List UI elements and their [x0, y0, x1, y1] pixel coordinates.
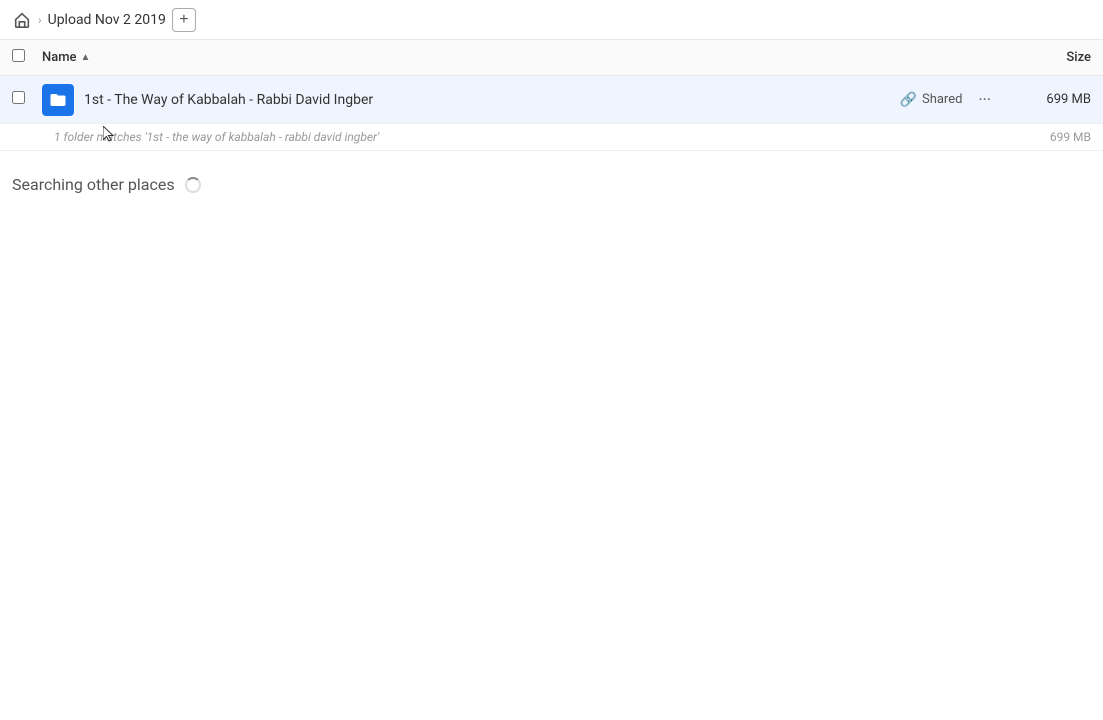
home-icon[interactable]: [12, 10, 32, 30]
add-button[interactable]: +: [172, 8, 196, 32]
folder-icon: [42, 84, 74, 116]
select-all-checkbox[interactable]: [12, 49, 32, 66]
breadcrumb-title: Upload Nov 2 2019: [48, 12, 166, 28]
size-column-header: Size: [1011, 50, 1091, 65]
searching-section: Searching other places: [0, 151, 1103, 218]
match-info-row: 1 folder matches '1st - the way of kabba…: [0, 124, 1103, 151]
folder-size: 699 MB: [1011, 92, 1091, 107]
row-checkbox-input[interactable]: [12, 91, 25, 104]
match-text: 1 folder matches '1st - the way of kabba…: [54, 130, 1011, 144]
breadcrumb-separator: ›: [38, 13, 42, 27]
match-size: 699 MB: [1011, 130, 1091, 144]
column-header: Name ▲ Size: [0, 40, 1103, 76]
row-checkbox[interactable]: [12, 91, 32, 108]
searching-text: Searching other places: [12, 175, 175, 194]
shared-label: Shared: [922, 92, 962, 107]
breadcrumb-bar: › Upload Nov 2 2019 +: [0, 0, 1103, 40]
folder-name: 1st - The Way of Kabbalah - Rabbi David …: [84, 92, 900, 108]
sort-arrow-icon: ▲: [81, 52, 91, 63]
name-column-header[interactable]: Name ▲: [42, 50, 1011, 65]
shared-indicator: 🔗 Shared: [900, 92, 963, 108]
more-options-button[interactable]: ···: [970, 86, 999, 113]
result-row[interactable]: 1st - The Way of Kabbalah - Rabbi David …: [0, 76, 1103, 124]
loading-spinner: [185, 177, 201, 193]
link-icon: 🔗: [900, 92, 917, 108]
checkbox-input[interactable]: [12, 49, 25, 62]
